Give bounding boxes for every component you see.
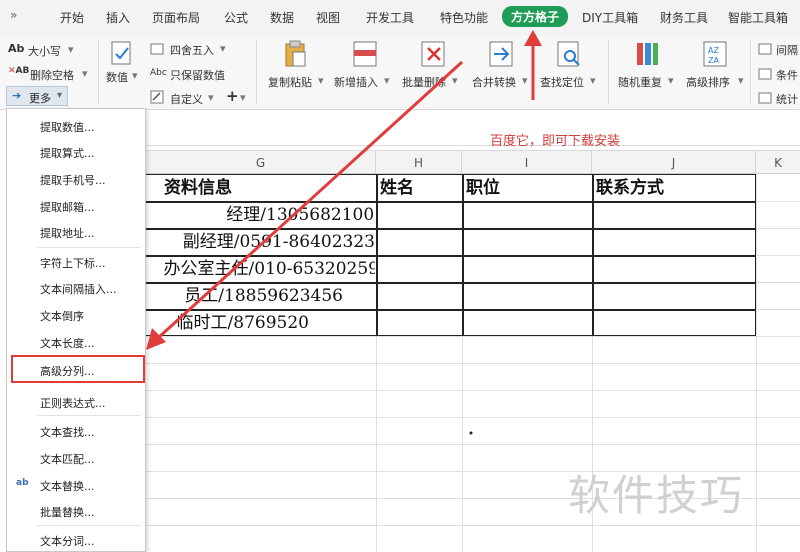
watermark-text: 软件技巧 [568,471,745,520]
arrow-diagonal-line [156,60,464,340]
arrow-diagonal-head [146,328,166,350]
arrow-up-head [524,30,542,46]
stray-dot [469,431,473,435]
